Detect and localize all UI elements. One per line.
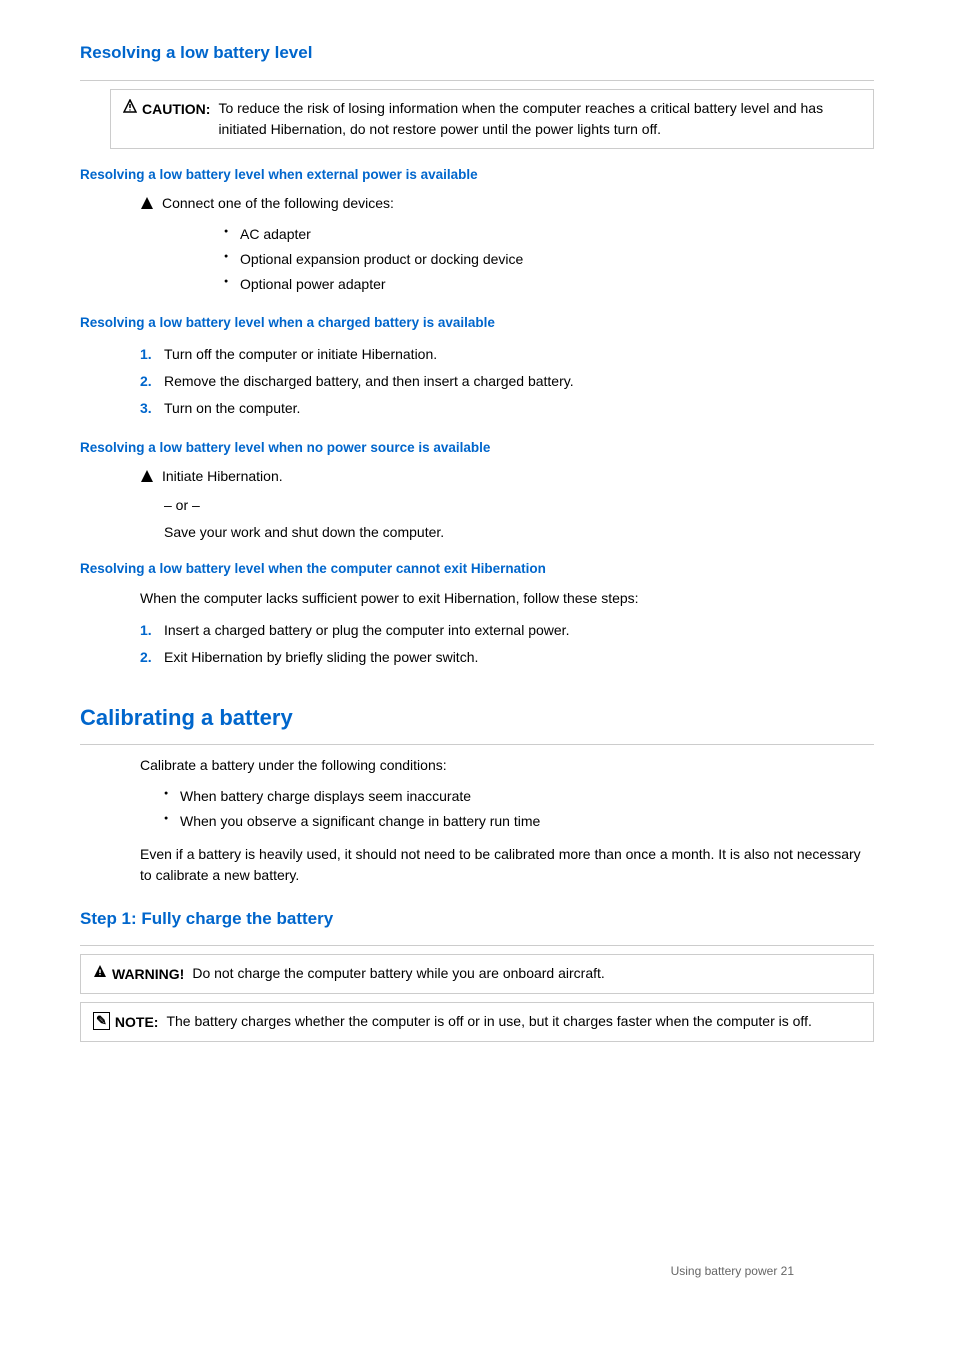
resolving-low-battery-title: Resolving a low battery level [80, 40, 874, 70]
cannot-exit-intro: When the computer lacks sufficient power… [140, 588, 874, 609]
warning-triangle-icon [93, 964, 107, 978]
list-item: 2.Remove the discharged battery, and the… [140, 368, 874, 395]
list-item: When battery charge displays seem inaccu… [160, 784, 874, 809]
cannot-exit-subsection: Resolving a low battery level when the c… [80, 559, 874, 670]
caution-label: CAUTION: [142, 99, 210, 120]
or-text: – or – [164, 495, 874, 516]
step1-title: Step 1: Fully charge the battery [80, 906, 874, 936]
list-item: 2.Exit Hibernation by briefly sliding th… [140, 644, 874, 671]
charged-battery-subsection: Resolving a low battery level when a cha… [80, 313, 874, 422]
note-icon: ✎ [93, 1012, 110, 1030]
caution-triangle-icon [123, 99, 137, 113]
list-item: When you observe a significant change in… [160, 809, 874, 834]
list-item: 1.Turn off the computer or initiate Hibe… [140, 341, 874, 368]
connect-devices-line: Connect one of the following devices: [140, 193, 874, 216]
charged-battery-steps: 1.Turn off the computer or initiate Hibe… [140, 341, 874, 422]
note-box: ✎ NOTE: The battery charges whether the … [80, 1002, 874, 1042]
resolving-low-battery-section: Resolving a low battery level CAUTION: T… [80, 40, 874, 671]
footer: Using battery power 21 [671, 1262, 794, 1280]
cannot-exit-title: Resolving a low battery level when the c… [80, 559, 874, 579]
warning-text: Do not charge the computer battery while… [192, 963, 604, 984]
calibrating-intro: Calibrate a battery under the following … [140, 755, 874, 776]
warning-box: WARNING! Do not charge the computer batt… [80, 954, 874, 994]
cannot-exit-steps: 1.Insert a charged battery or plug the c… [140, 617, 874, 671]
initiate-line: Initiate Hibernation. [140, 466, 874, 489]
note-text: The battery charges whether the computer… [166, 1011, 811, 1032]
list-item: AC adapter [220, 222, 874, 247]
calibrating-note: Even if a battery is heavily used, it sh… [140, 844, 874, 886]
connect-text: Connect one of the following devices: [162, 193, 394, 214]
list-item: Optional power adapter [220, 272, 874, 297]
no-power-subsection: Resolving a low battery level when no po… [80, 438, 874, 543]
list-item: 1.Insert a charged battery or plug the c… [140, 617, 874, 644]
devices-list: AC adapter Optional expansion product or… [220, 222, 874, 297]
footer-text: Using battery power 21 [671, 1264, 794, 1278]
save-work-text: Save your work and shut down the compute… [164, 522, 874, 543]
warning-label: WARNING! [112, 964, 184, 985]
list-item: 3.Turn on the computer. [140, 395, 874, 422]
note-label: NOTE: [115, 1012, 159, 1033]
list-item: Optional expansion product or docking de… [220, 247, 874, 272]
external-power-title: Resolving a low battery level when exter… [80, 165, 874, 185]
no-power-title: Resolving a low battery level when no po… [80, 438, 874, 458]
caution-box: CAUTION: To reduce the risk of losing in… [110, 89, 874, 149]
caution-text: To reduce the risk of losing information… [218, 98, 861, 140]
filled-triangle-icon-2 [140, 469, 154, 483]
step1-section: Step 1: Fully charge the battery WARNING… [80, 906, 874, 1043]
calibrating-battery-section: Calibrating a battery Calibrate a batter… [80, 701, 874, 886]
initiate-text: Initiate Hibernation. [162, 466, 283, 487]
calibrating-title: Calibrating a battery [80, 701, 874, 734]
external-power-subsection: Resolving a low battery level when exter… [80, 165, 874, 297]
filled-triangle-icon [140, 196, 154, 210]
charged-battery-title: Resolving a low battery level when a cha… [80, 313, 874, 333]
calibrating-conditions: When battery charge displays seem inaccu… [160, 784, 874, 834]
